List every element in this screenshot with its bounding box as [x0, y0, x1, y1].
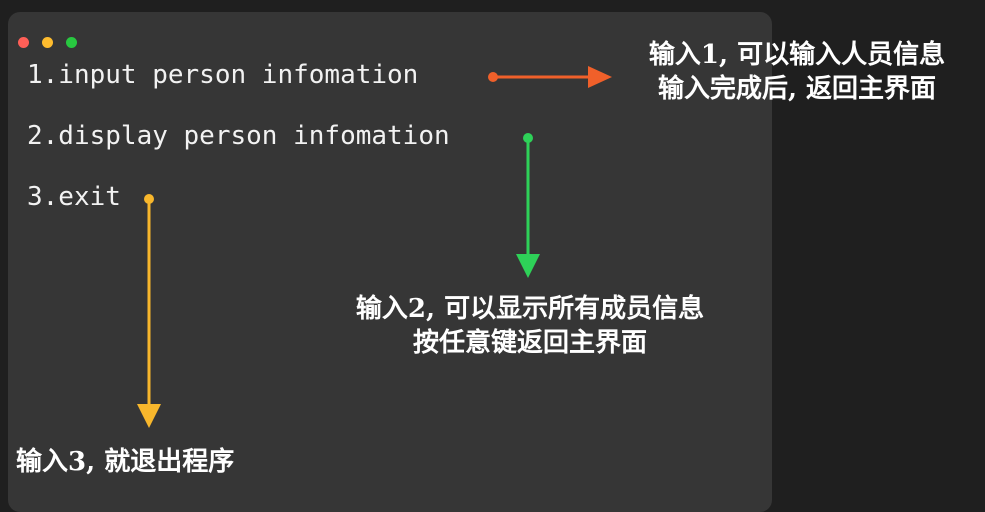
input-arrow [488, 66, 612, 88]
display-note-line2: 按任意键返回主界面 [412, 328, 647, 358]
exit-note: 输入3, 就退出程序 [16, 445, 234, 479]
display-note: 输入2, 可以显示所有成员信息 按任意键返回主界面 [300, 292, 760, 360]
display-arrow [516, 133, 540, 278]
input-note-line1: 输入1, 可以输入人员信息 [648, 40, 946, 70]
exit-arrow [137, 194, 161, 428]
input-note: 输入1, 可以输入人员信息 输入完成后, 返回主界面 [612, 38, 982, 106]
display-note-line1: 输入2, 可以显示所有成员信息 [355, 294, 705, 324]
input-note-line2: 输入完成后, 返回主界面 [657, 74, 937, 104]
exit-note-line1: 输入3, 就退出程序 [16, 447, 235, 477]
